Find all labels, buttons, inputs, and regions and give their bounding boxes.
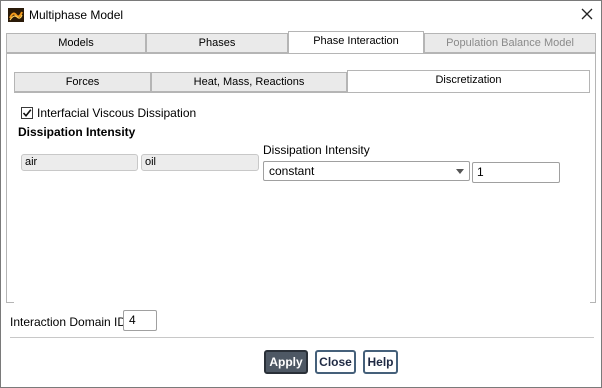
discretization-panel xyxy=(14,92,590,305)
subtab-discretization[interactable]: Discretization xyxy=(347,70,590,92)
select-value: constant xyxy=(269,164,315,178)
check-icon xyxy=(22,109,32,118)
tab-label: Models xyxy=(58,37,94,49)
fluent-app-icon xyxy=(8,8,24,22)
dissipation-intensity-label: Dissipation Intensity xyxy=(263,143,370,157)
tab-label: Discretization xyxy=(435,74,502,86)
apply-button[interactable]: Apply xyxy=(264,350,308,374)
phase-2-field: oil xyxy=(141,154,259,171)
section-title: Dissipation Intensity xyxy=(18,125,136,139)
checkbox-label: Interfacial Viscous Dissipation xyxy=(37,106,197,120)
tab-label: Phase Interaction xyxy=(313,35,399,47)
subtab-forces[interactable]: Forces xyxy=(14,72,151,92)
interaction-domain-id-input[interactable]: 4 xyxy=(123,310,157,331)
divider xyxy=(10,337,594,338)
title-bar: Multiphase Model xyxy=(1,1,601,29)
tab-models[interactable]: Models xyxy=(6,33,146,53)
multiphase-model-dialog: Multiphase Model Models Phases Phase Int… xyxy=(0,0,602,388)
interaction-domain-id-label: Interaction Domain ID xyxy=(10,315,127,329)
tab-population-balance-model[interactable]: Population Balance Model xyxy=(424,33,596,53)
dissipation-value-input[interactable]: 1 xyxy=(472,162,560,183)
tab-label: Forces xyxy=(65,76,100,88)
help-button[interactable]: Help xyxy=(363,350,398,374)
close-icon[interactable] xyxy=(577,4,597,24)
dissipation-method-select[interactable]: constant xyxy=(263,161,470,181)
tab-label: Phases xyxy=(198,37,236,49)
subtab-heat-mass-reactions[interactable]: Heat, Mass, Reactions xyxy=(151,72,347,92)
tab-phase-interaction[interactable]: Phase Interaction xyxy=(288,31,424,53)
window-title: Multiphase Model xyxy=(29,8,124,22)
close-button[interactable]: Close xyxy=(315,350,356,374)
tab-label: Population Balance Model xyxy=(446,37,574,49)
tab-phases[interactable]: Phases xyxy=(146,33,288,53)
interfacial-viscous-dissipation-checkbox[interactable] xyxy=(21,107,33,119)
chevron-down-icon xyxy=(456,169,464,174)
tab-label: Heat, Mass, Reactions xyxy=(193,76,305,88)
phase-1-field: air xyxy=(21,154,138,171)
